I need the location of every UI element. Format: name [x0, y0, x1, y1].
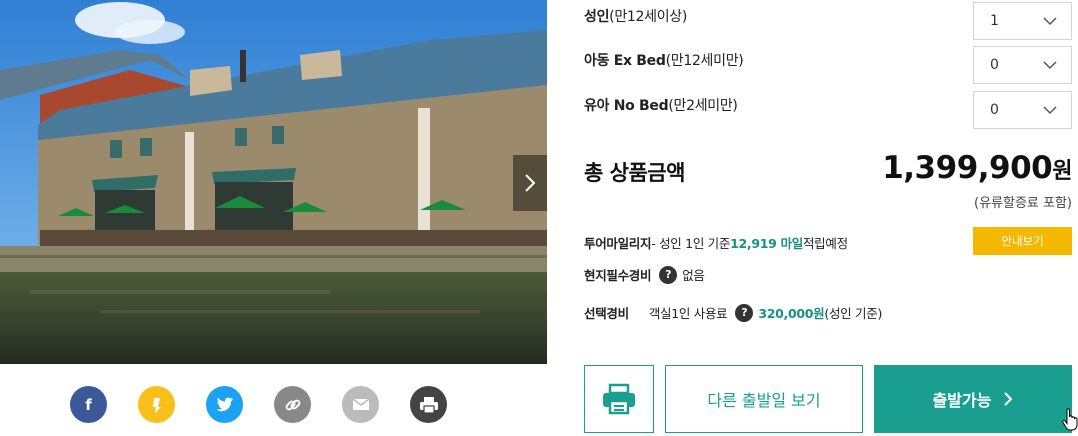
- child-count-select[interactable]: 0: [973, 46, 1072, 84]
- help-icon[interactable]: ?: [735, 303, 754, 322]
- chevron-down-icon: [1043, 17, 1057, 26]
- infant-count-select[interactable]: 0: [973, 91, 1072, 129]
- twitter-icon[interactable]: [206, 386, 243, 423]
- passenger-row-infant: 유아 No Bed(만2세미만) 0: [584, 91, 1074, 131]
- adult-count-select[interactable]: 1: [973, 2, 1072, 40]
- total-price: 1,399,900원: [882, 150, 1072, 186]
- facebook-icon[interactable]: f: [70, 386, 107, 423]
- chevron-right-icon: [1004, 392, 1013, 406]
- share-icons: f: [70, 386, 447, 423]
- departure-available-button[interactable]: 출발가능: [874, 365, 1072, 433]
- mileage-info: 투어마일리지 - 성인 1인 기준 12,919 마일 적립예정: [584, 236, 848, 251]
- print-icon[interactable]: [410, 386, 447, 423]
- local-fee-info: 현지필수경비? 없음: [584, 265, 705, 284]
- chevron-down-icon: [1043, 106, 1057, 115]
- next-photo-button[interactable]: [513, 155, 547, 211]
- mileage-guide-button[interactable]: 안내보기: [973, 227, 1072, 255]
- printer-icon: [603, 383, 635, 415]
- kakaostory-icon[interactable]: [138, 386, 175, 423]
- total-price-label: 총 상품금액: [584, 161, 685, 185]
- link-icon[interactable]: [274, 386, 311, 423]
- chevron-right-icon: [525, 174, 536, 192]
- passenger-row-child: 아동 Ex Bed(만12세미만) 0: [584, 46, 1074, 86]
- print-button[interactable]: [584, 365, 654, 433]
- warehouse-canal-image: [0, 0, 547, 364]
- chevron-down-icon: [1043, 61, 1057, 70]
- hand-cursor-icon: [1062, 408, 1078, 431]
- optional-fee-info: 선택경비 객실1인 사용료? 320,000원 (성인 기준): [584, 303, 882, 322]
- passenger-label: 아동 Ex Bed(만12세미만): [584, 53, 744, 69]
- passenger-label: 유아 No Bed(만2세미만): [584, 98, 738, 114]
- other-dates-button[interactable]: 다른 출발일 보기: [665, 365, 863, 433]
- product-booking-section: f 성인(만12세이상) 1 아동 Ex Bed(만12세미만) 0 유아 No…: [0, 0, 1078, 436]
- email-icon[interactable]: [342, 386, 379, 423]
- passenger-row-adult: 성인(만12세이상) 1: [584, 2, 1074, 42]
- help-icon[interactable]: ?: [659, 265, 678, 284]
- total-price-note: (유류할증료 포함): [974, 196, 1072, 211]
- passenger-label: 성인(만12세이상): [584, 9, 688, 25]
- product-photo: [0, 0, 547, 364]
